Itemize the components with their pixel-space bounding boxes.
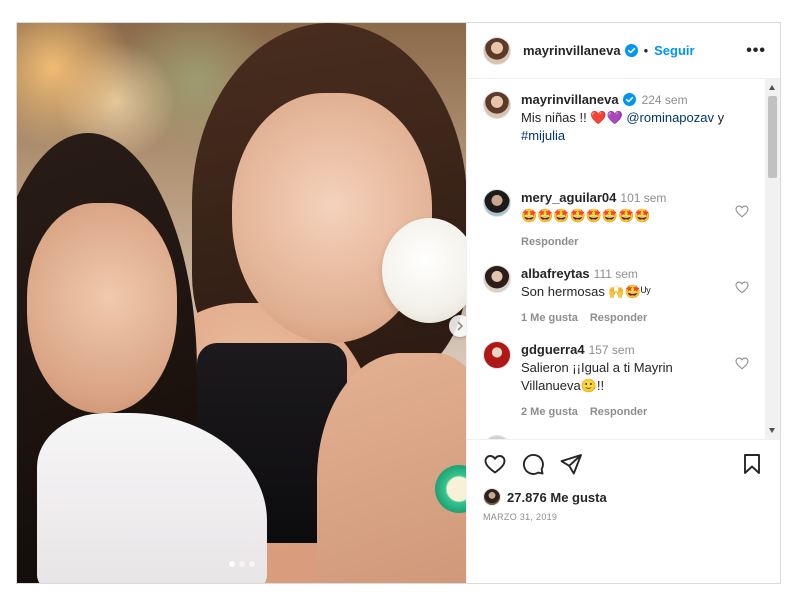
carousel-dot (248, 561, 255, 567)
verified-badge-icon (622, 93, 636, 106)
scroll-down-arrow-icon[interactable] (769, 428, 775, 433)
commenter-avatar[interactable] (483, 265, 511, 293)
caption-emojis: ❤️💜 (590, 110, 623, 125)
caption-conjunction: y (713, 110, 725, 125)
comments-list[interactable]: mayrinvillaneva 224 sem Mis niñas !! ❤️💜 … (467, 79, 780, 439)
comment-item: gdguerra4 157 sem Salieron ¡¡Igual a ti M… (483, 341, 764, 421)
instagram-post: mayrinvillaneva • Seguir ••• mayrinvilla… (16, 22, 781, 584)
bookmark-icon[interactable] (740, 452, 764, 476)
comment-author[interactable]: gdguerra4 (521, 342, 585, 357)
comment-item-partial (483, 435, 764, 439)
carousel-indicator (17, 561, 466, 567)
verified-badge-icon (624, 44, 638, 57)
post-photo[interactable] (17, 23, 466, 583)
reply-button[interactable]: Responder (590, 403, 647, 421)
reply-button[interactable]: Responder (590, 309, 647, 327)
comment-text: Salieron ¡¡Igual a ti Mayrin Villanueva🙂… (521, 360, 673, 393)
comment-meta: Responder (521, 233, 666, 251)
caption-mention[interactable]: @rominapozav (626, 110, 714, 125)
comment-like-heart-icon[interactable] (734, 203, 750, 219)
header-separator: • (643, 43, 649, 58)
comment-like-heart-icon[interactable] (734, 355, 750, 371)
carousel-dot (238, 561, 245, 567)
commenter-avatar[interactable] (483, 435, 511, 439)
comment-time[interactable]: 157 sem (589, 343, 635, 357)
post-header: mayrinvillaneva • Seguir ••• (467, 23, 780, 79)
action-icons (483, 452, 764, 476)
comment-item: mery_aguilar04 101 sem 🤩🤩🤩🤩🤩🤩🤩🤩 Responder (483, 189, 764, 251)
scroll-up-arrow-icon[interactable] (769, 85, 775, 90)
post-caption: mayrinvillaneva 224 sem Mis niñas !! ❤️💜 … (483, 91, 764, 145)
photo-white-rose (382, 218, 466, 323)
reply-button[interactable]: Responder (521, 233, 578, 251)
caption-text-start: Mis niñas !! (521, 110, 591, 125)
post-date[interactable]: MARZO 31, 2019 (483, 512, 764, 522)
comment-item: albafreytas 111 sem Son hermosas 🙌🤩ᵁʸ 1 M… (483, 265, 764, 327)
comment-meta: 1 Me gusta Responder (521, 309, 651, 327)
comments-scrollbar[interactable] (765, 79, 780, 439)
comment-author[interactable]: albafreytas (521, 266, 590, 281)
likes-row: 27.876 Me gusta (483, 488, 764, 506)
likes-count[interactable]: 27.876 Me gusta (507, 490, 607, 505)
commenter-avatar[interactable] (483, 189, 511, 217)
post-actions: 27.876 Me gusta MARZO 31, 2019 (467, 439, 780, 522)
carousel-dot (228, 561, 235, 567)
author-avatar[interactable] (483, 36, 511, 65)
comment-time[interactable]: 111 sem (594, 267, 638, 281)
caption-hashtag[interactable]: #mijulia (521, 128, 565, 143)
more-options-icon[interactable]: ••• (746, 42, 766, 59)
share-icon[interactable] (559, 452, 583, 476)
comment-like-heart-icon[interactable] (734, 279, 750, 295)
caption-author[interactable]: mayrinvillaneva (521, 92, 619, 107)
comment-text: 🤩🤩🤩🤩🤩🤩🤩🤩 (521, 208, 651, 223)
liker-avatar[interactable] (483, 488, 501, 506)
carousel-next-button[interactable] (449, 315, 466, 337)
comment-icon[interactable] (521, 452, 545, 476)
comment-author[interactable]: mery_aguilar04 (521, 190, 616, 205)
chevron-right-icon (457, 321, 464, 331)
post-side-panel: mayrinvillaneva • Seguir ••• mayrinvilla… (466, 23, 780, 583)
follow-button[interactable]: Seguir (654, 43, 694, 58)
comment-meta: 2 Me gusta Responder (521, 403, 736, 421)
scrollbar-thumb[interactable] (768, 96, 777, 178)
commenter-avatar[interactable] (483, 341, 511, 369)
photo-girl-left-face (27, 203, 177, 413)
heart-icon[interactable] (483, 452, 507, 476)
comment-time[interactable]: 101 sem (620, 191, 666, 205)
comment-likes-count[interactable]: 2 Me gusta (521, 403, 578, 421)
author-username[interactable]: mayrinvillaneva (523, 43, 621, 58)
caption-avatar[interactable] (483, 91, 511, 119)
caption-text: Mis niñas !! ❤️💜 @rominapozav y #mijulia (521, 109, 724, 145)
caption-time[interactable]: 224 sem (642, 93, 688, 107)
comment-likes-count[interactable]: 1 Me gusta (521, 309, 578, 327)
comment-text: Son hermosas 🙌🤩ᵁʸ (521, 284, 651, 299)
